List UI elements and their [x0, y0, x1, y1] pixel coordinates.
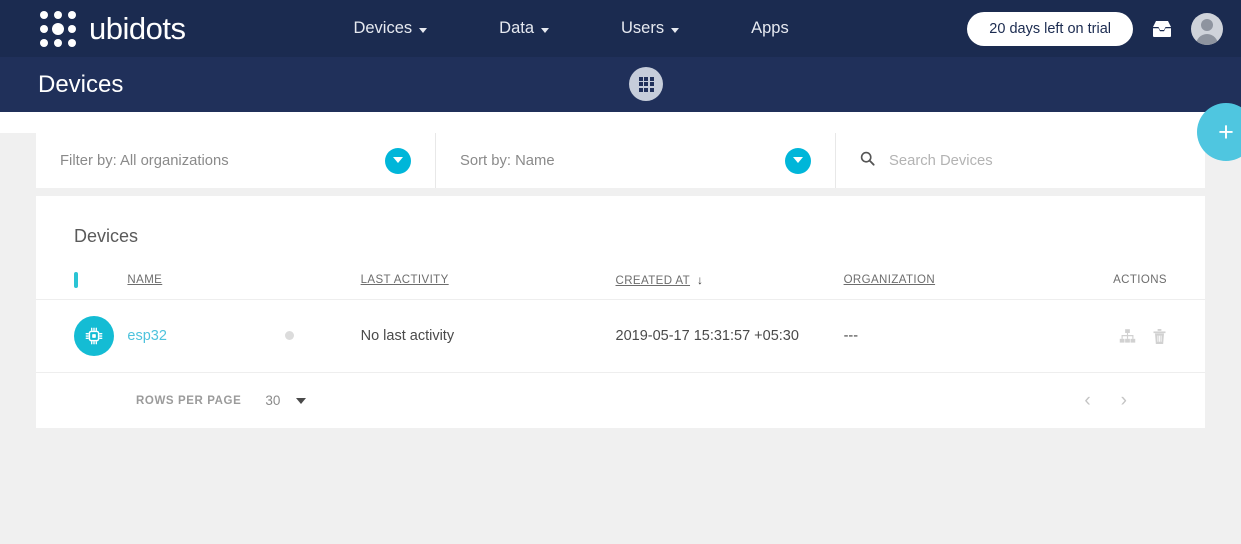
- top-navigation-bar: ubidots Devices Data Users Apps 20 days …: [0, 0, 1241, 57]
- nav-item-devices[interactable]: Devices: [353, 19, 428, 38]
- filter-bar: Filter by: All organizations Sort by: Na…: [36, 133, 1205, 188]
- column-header-organization-label: ORGANIZATION: [843, 274, 936, 286]
- grid-view-glyph: [638, 76, 654, 92]
- organization-filter[interactable]: Filter by: All organizations: [36, 133, 436, 188]
- select-all-header: [36, 247, 127, 300]
- devices-table-card: Devices NAME LAST ACTIVITY CREATED AT ↓: [36, 196, 1205, 428]
- chevron-down-icon: [671, 28, 680, 33]
- device-status-wrapper: [284, 328, 294, 344]
- avatar-head: [1201, 18, 1213, 31]
- devices-table-body: esp32 No last activity 2019-05-17 15:31:…: [36, 299, 1205, 372]
- column-header-name[interactable]: NAME: [127, 247, 360, 300]
- chevron-left-icon[interactable]: ‹: [1084, 390, 1090, 412]
- nav-item-devices-label: Devices: [353, 19, 413, 37]
- nav-item-apps-label: Apps: [751, 19, 789, 37]
- chevron-down-icon[interactable]: [385, 147, 411, 174]
- sitemap-icon[interactable]: [1119, 328, 1136, 344]
- column-header-name-label: NAME: [127, 274, 163, 286]
- avatar-body: [1196, 33, 1218, 45]
- chevron-right-icon[interactable]: ›: [1121, 390, 1127, 412]
- brand-logo[interactable]: ubidots: [38, 9, 186, 48]
- search-input[interactable]: [889, 152, 1181, 169]
- chevron-down-icon[interactable]: [785, 147, 811, 174]
- search-icon: [860, 151, 875, 170]
- sort-descending-icon: ↓: [697, 273, 704, 287]
- grid-view-icon[interactable]: [629, 67, 663, 101]
- device-name-link[interactable]: esp32: [127, 328, 167, 344]
- devices-table: NAME LAST ACTIVITY CREATED AT ↓ ORGANIZAT…: [36, 247, 1205, 372]
- devices-section-title: Devices: [74, 226, 139, 246]
- page-content: + Filter by: All organizations Sort by: …: [0, 103, 1241, 544]
- chevron-down-icon[interactable]: [296, 397, 307, 404]
- table-row[interactable]: esp32 No last activity 2019-05-17 15:31:…: [36, 299, 1205, 372]
- inbox-tray-icon[interactable]: [1151, 19, 1173, 39]
- chevron-down-icon: [419, 28, 428, 33]
- rows-per-page-label: ROWS PER PAGE: [136, 394, 242, 407]
- table-header-row: NAME LAST ACTIVITY CREATED AT ↓ ORGANIZAT…: [36, 247, 1205, 300]
- nav-item-apps[interactable]: Apps: [751, 19, 789, 38]
- top-nav-right-group: 20 days left on trial: [967, 0, 1223, 57]
- page-title: Devices: [38, 70, 124, 98]
- pagination-controls: ‹ ›: [1084, 390, 1127, 412]
- devices-table-head: NAME LAST ACTIVITY CREATED AT ↓ ORGANIZAT…: [36, 247, 1205, 300]
- table-footer: ROWS PER PAGE 30 ‹ ›: [36, 372, 1205, 428]
- page-title-bar: Devices: [0, 57, 1241, 112]
- chevron-down-icon: [541, 28, 550, 33]
- row-device-icon-cell: [36, 299, 128, 372]
- main-nav: Devices Data Users Apps: [353, 19, 788, 38]
- brand-name: ubidots: [89, 10, 186, 46]
- row-created-at-cell: 2019-05-17 15:31:57 +05:30: [615, 299, 844, 372]
- row-name-cell: esp32: [127, 299, 361, 372]
- user-avatar-icon[interactable]: [1191, 12, 1223, 45]
- trash-icon[interactable]: [1152, 328, 1167, 345]
- column-header-created-at-label: CREATED AT: [615, 275, 691, 287]
- sort-filter-label: Sort by: Name: [460, 152, 555, 169]
- column-header-organization[interactable]: ORGANIZATION: [844, 247, 1114, 300]
- nav-item-users-label: Users: [621, 19, 665, 37]
- column-header-last-activity-label: LAST ACTIVITY: [360, 274, 449, 286]
- row-last-activity-cell: No last activity: [360, 299, 616, 372]
- trial-status-button[interactable]: 20 days left on trial: [967, 11, 1133, 46]
- nav-item-users[interactable]: Users: [621, 19, 680, 38]
- device-name-wrapper: esp32: [127, 328, 360, 344]
- row-actions-cell: [1113, 299, 1205, 372]
- microchip-icon[interactable]: [74, 316, 114, 356]
- select-all-checkbox[interactable]: [74, 272, 78, 288]
- column-header-actions-label: ACTIONS: [1113, 274, 1167, 286]
- nav-item-data-label: Data: [499, 19, 535, 37]
- row-actions-group: [1113, 328, 1167, 345]
- dots-grid-logo-icon: [38, 9, 77, 48]
- organization-filter-label: Filter by: All organizations: [60, 152, 229, 169]
- sort-filter[interactable]: Sort by: Name: [436, 133, 836, 188]
- row-organization-cell: ---: [843, 299, 1114, 372]
- column-header-last-activity[interactable]: LAST ACTIVITY: [361, 247, 616, 300]
- nav-item-data[interactable]: Data: [499, 19, 550, 38]
- status-badge: [284, 331, 294, 340]
- search-field-wrapper[interactable]: [836, 133, 1205, 188]
- column-header-actions: ACTIONS: [1113, 247, 1205, 300]
- column-header-created-at[interactable]: CREATED AT ↓: [616, 247, 844, 300]
- rows-per-page-value[interactable]: 30: [265, 393, 280, 408]
